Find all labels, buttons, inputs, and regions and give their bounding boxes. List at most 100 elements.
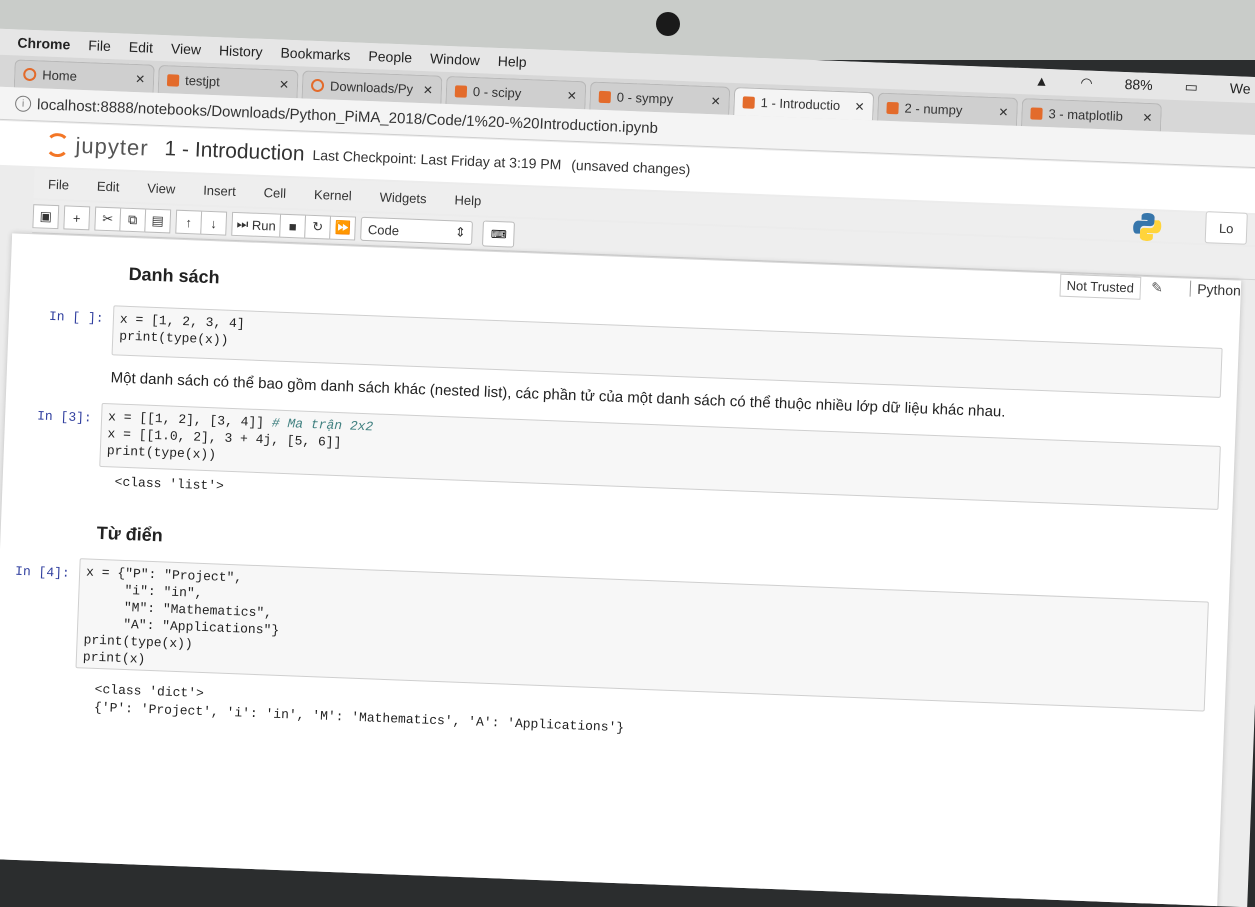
menu-view[interactable]: View [147, 180, 176, 196]
battery-percent: 88% [1124, 75, 1153, 94]
interrupt-button[interactable]: ■ [279, 213, 307, 239]
close-icon[interactable]: ✕ [1142, 110, 1153, 124]
tab-label: Home [41, 67, 78, 84]
stop-icon: ■ [288, 218, 298, 234]
close-icon[interactable]: ✕ [710, 94, 721, 108]
user-name[interactable]: We [1230, 80, 1251, 98]
python-logo-icon [1133, 212, 1162, 241]
checkpoint-status: Last Checkpoint: Last Friday at 3:19 PM (… [312, 147, 690, 178]
notebook-tab-icon [1030, 106, 1043, 120]
paste-button[interactable]: ▤ [144, 208, 172, 234]
close-icon[interactable]: ✕ [279, 77, 290, 91]
cut-button[interactable]: ✂ [94, 206, 122, 232]
menubar-people[interactable]: People [368, 48, 412, 66]
tab-label: 0 - scipy [472, 83, 522, 101]
restart-button[interactable]: ↻ [304, 214, 332, 240]
code-line: "i": "in", [85, 581, 203, 601]
scissors-icon: ✂ [102, 210, 114, 227]
menubar-edit[interactable]: Edit [129, 39, 154, 56]
command-palette-button[interactable]: ⌨ [482, 220, 516, 248]
menubar-view[interactable]: View [171, 40, 202, 57]
insert-cell-button[interactable]: + [63, 205, 91, 231]
menubar-bookmarks[interactable]: Bookmarks [280, 45, 351, 64]
cell-output: <class 'list'> [114, 474, 225, 494]
jupyter-logo-text: jupyter [75, 132, 150, 161]
run-all-button[interactable]: ⏩ [329, 215, 357, 241]
jupyter-logo-icon [45, 132, 71, 158]
tab-label: 0 - sympy [616, 89, 674, 107]
kernel-name: Python [1189, 280, 1242, 299]
jupyter-tab-icon [23, 67, 37, 82]
jupyter-logo[interactable]: jupyter [45, 132, 149, 162]
menubar-app[interactable]: Chrome [17, 34, 70, 52]
vlc-icon[interactable]: ▲ [1034, 73, 1048, 91]
close-icon[interactable]: ✕ [854, 99, 865, 113]
trust-status-button[interactable]: Not Trusted [1059, 273, 1142, 300]
run-button[interactable]: ⏭ Run [231, 211, 282, 238]
move-up-button[interactable]: ↑ [175, 209, 203, 235]
tab-label: testjpt [184, 72, 221, 90]
cell-type-select[interactable]: Code ⇕ [360, 216, 474, 246]
menu-kernel[interactable]: Kernel [314, 186, 352, 202]
notebook-container: Danh sách In [ ]: x = [1, 2, 3, 4] print… [0, 233, 1242, 907]
jupyter-tab-icon [310, 78, 325, 93]
code-line: print(type(x)) [118, 328, 229, 348]
menu-edit[interactable]: Edit [97, 178, 120, 194]
menubar-help[interactable]: Help [497, 53, 526, 70]
keyboard-icon: ⌨ [490, 228, 507, 241]
cell-prompt: In [3]: [36, 408, 93, 426]
logout-button[interactable]: Lo [1204, 211, 1248, 245]
screen: Chrome File Edit View History Bookmarks … [0, 28, 1255, 907]
close-icon[interactable]: ✕ [998, 105, 1009, 119]
plus-icon: + [72, 210, 81, 226]
heading-dict: Từ điển [96, 522, 164, 546]
code-line: print(x) [82, 649, 146, 667]
cell-output: <class 'dict'> {'P': 'Project', 'i': 'in… [94, 681, 625, 737]
close-icon[interactable]: ✕ [423, 83, 434, 97]
paste-icon: ▤ [151, 212, 165, 229]
cell-prompt: In [ ]: [48, 308, 104, 326]
arrow-up-icon: ↑ [185, 214, 193, 230]
notebook-tab-icon [886, 101, 899, 114]
menu-cell[interactable]: Cell [263, 185, 286, 201]
unsaved-indicator: (unsaved changes) [571, 156, 691, 178]
output-line: <class 'dict'> [94, 681, 205, 702]
menubar-history[interactable]: History [219, 42, 263, 60]
menu-insert[interactable]: Insert [203, 182, 236, 198]
menu-widgets[interactable]: Widgets [379, 189, 427, 206]
close-icon[interactable]: ✕ [135, 71, 146, 85]
status-area: ▲ ◠ 88% ▭ We [1034, 73, 1255, 99]
menubar-window[interactable]: Window [430, 50, 480, 68]
cell-type-value: Code [367, 221, 400, 238]
step-forward-icon: ⏭ [236, 216, 253, 232]
arrow-down-icon: ↓ [210, 215, 218, 231]
code-line: print(type(x)) [106, 443, 217, 463]
webcam [656, 12, 680, 36]
notebook-tab-icon [742, 95, 755, 109]
notebook-tab-icon [166, 73, 180, 87]
tab-label: 2 - numpy [904, 100, 963, 118]
fast-forward-icon: ⏩ [334, 219, 352, 236]
close-icon[interactable]: ✕ [567, 88, 578, 102]
copy-icon: ⧉ [127, 211, 138, 228]
cell-prompt: In [4]: [14, 563, 71, 581]
notebook-title[interactable]: 1 - Introduction [164, 137, 305, 166]
output-line: {'P': 'Project', 'i': 'in', 'M': 'Mathem… [93, 699, 625, 736]
pencil-icon[interactable]: ✎ [1151, 279, 1163, 296]
restart-icon: ↻ [312, 218, 324, 235]
move-down-button[interactable]: ↓ [200, 210, 228, 236]
menu-help[interactable]: Help [454, 192, 481, 208]
notebook-tab-icon [454, 84, 468, 98]
menubar-file[interactable]: File [88, 37, 111, 54]
info-icon[interactable]: i [14, 95, 32, 113]
save-icon: ▣ [39, 208, 53, 224]
save-button[interactable]: ▣ [32, 204, 60, 230]
run-label: Run [251, 217, 277, 233]
notebook-tab-icon [598, 90, 612, 103]
menu-file[interactable]: File [48, 176, 70, 192]
wifi-icon[interactable]: ◠ [1080, 74, 1093, 91]
reload-icon[interactable]: ↻ [0, 92, 8, 113]
copy-button[interactable]: ⧉ [119, 207, 147, 233]
battery-icon[interactable]: ▭ [1184, 78, 1198, 95]
checkpoint-text: Last Checkpoint: Last Friday at 3:19 PM [312, 146, 562, 173]
